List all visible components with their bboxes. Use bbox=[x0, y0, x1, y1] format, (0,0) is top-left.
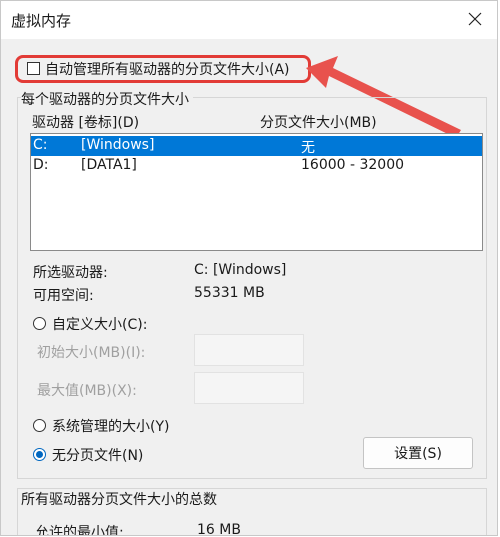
custom-size-label[interactable]: 自定义大小(C): bbox=[52, 314, 147, 334]
no-paging-file-label[interactable]: 无分页文件(N) bbox=[52, 445, 143, 465]
auto-manage-label[interactable]: 自动管理所有驱动器的分页文件大小(A) bbox=[45, 59, 290, 79]
column-header-drive[interactable]: 驱动器 [卷标](D) bbox=[32, 112, 139, 132]
drive-letter: C: bbox=[33, 137, 48, 153]
total-group-title: 所有驱动器分页文件大小的总数 bbox=[21, 489, 221, 509]
selected-drive-label: 所选驱动器: bbox=[33, 265, 108, 281]
column-header-size[interactable]: 分页文件大小(MB) bbox=[260, 112, 377, 132]
no-paging-file-radio[interactable] bbox=[33, 448, 46, 461]
drive-letter: D: bbox=[33, 157, 49, 173]
drive-size: 无 bbox=[301, 140, 315, 156]
virtual-memory-dialog: 虚拟内存 自动管理所有驱动器的分页文件大小(A) 每个驱动器的分页文件大小 驱动… bbox=[0, 0, 498, 536]
system-managed-radio[interactable] bbox=[33, 419, 46, 432]
drive-size: 16000 - 32000 bbox=[301, 157, 405, 173]
max-size-input[interactable] bbox=[194, 372, 304, 404]
close-icon bbox=[468, 12, 482, 26]
drive-label: [DATA1] bbox=[81, 157, 137, 173]
selected-drive-value: C: [Windows] bbox=[194, 262, 287, 278]
drive-list-row[interactable]: D: [DATA1] 16000 - 32000 bbox=[31, 156, 482, 176]
max-size-label: 最大值(MB)(X): bbox=[37, 383, 137, 399]
free-space-value: 55331 MB bbox=[194, 285, 265, 301]
close-button[interactable] bbox=[459, 5, 491, 33]
paging-group-title: 每个驱动器的分页文件大小 bbox=[21, 89, 193, 109]
free-space-label: 可用空间: bbox=[33, 288, 94, 304]
min-allowed-label: 允许的最小值: bbox=[35, 525, 124, 536]
drive-list[interactable]: C: [Windows] 无 D: [DATA1] 16000 - 32000 bbox=[30, 133, 483, 251]
system-managed-label[interactable]: 系统管理的大小(Y) bbox=[52, 416, 169, 436]
initial-size-input[interactable] bbox=[194, 334, 304, 366]
drive-list-row[interactable]: C: [Windows] 无 bbox=[31, 136, 482, 156]
window-title: 虚拟内存 bbox=[11, 12, 72, 30]
initial-size-label: 初始大小(MB)(I): bbox=[37, 345, 146, 361]
auto-manage-checkbox[interactable] bbox=[27, 62, 40, 75]
set-button[interactable]: 设置(S) bbox=[363, 437, 473, 469]
custom-size-radio[interactable] bbox=[33, 317, 46, 330]
title-bar: 虚拟内存 bbox=[1, 1, 497, 39]
min-allowed-value: 16 MB bbox=[197, 522, 241, 536]
drive-label: [Windows] bbox=[81, 137, 155, 153]
